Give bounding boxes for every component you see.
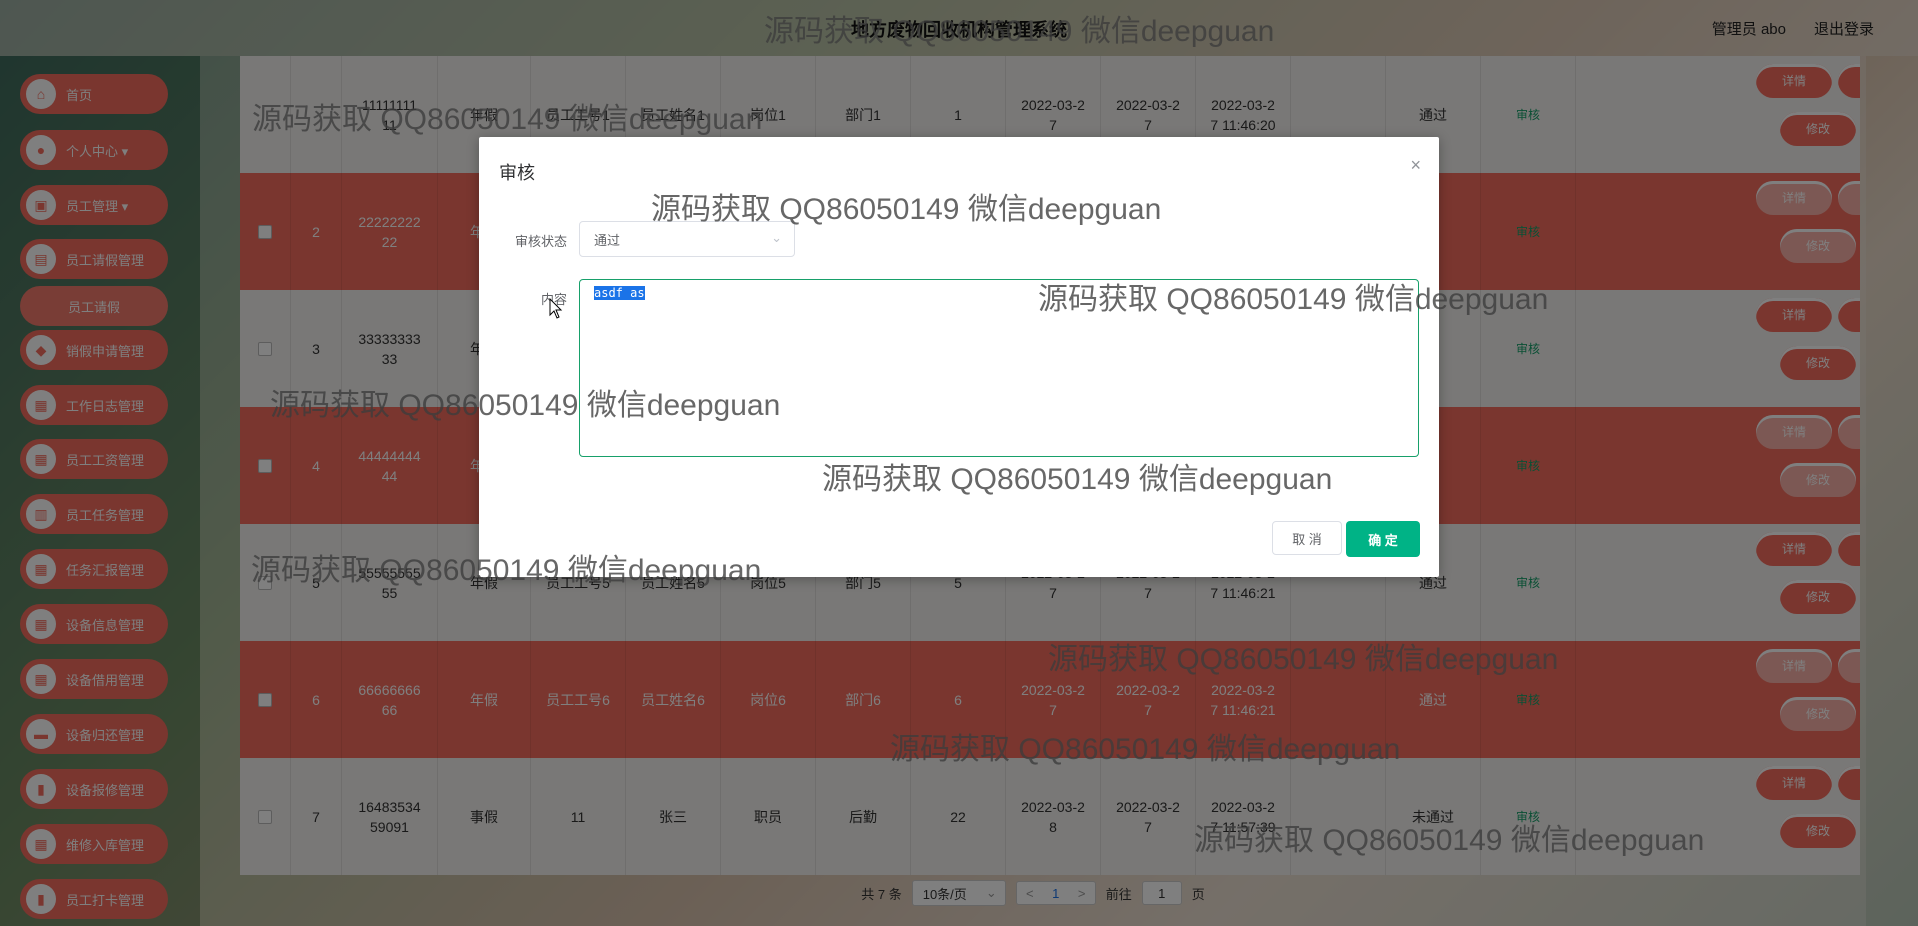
content-textarea[interactable]: asdf as bbox=[579, 279, 1419, 457]
content-text-selection: asdf as bbox=[594, 286, 645, 300]
status-select-value: 通过 bbox=[594, 232, 621, 248]
cancel-button[interactable]: 取 消 bbox=[1272, 521, 1342, 555]
close-icon[interactable]: × bbox=[1410, 155, 1421, 176]
status-label: 审核状态 bbox=[514, 234, 567, 249]
mouse-cursor-icon bbox=[549, 298, 563, 319]
confirm-button[interactable]: 确 定 bbox=[1346, 521, 1420, 557]
dialog-title: 审核 bbox=[499, 163, 535, 183]
status-select[interactable]: 通过 ⌄ bbox=[579, 221, 795, 257]
chevron-down-icon: ⌄ bbox=[771, 230, 782, 245]
audit-dialog: 审核 × 审核状态 通过 ⌄ 内容 asdf as 取 消 确 定 bbox=[479, 137, 1439, 577]
